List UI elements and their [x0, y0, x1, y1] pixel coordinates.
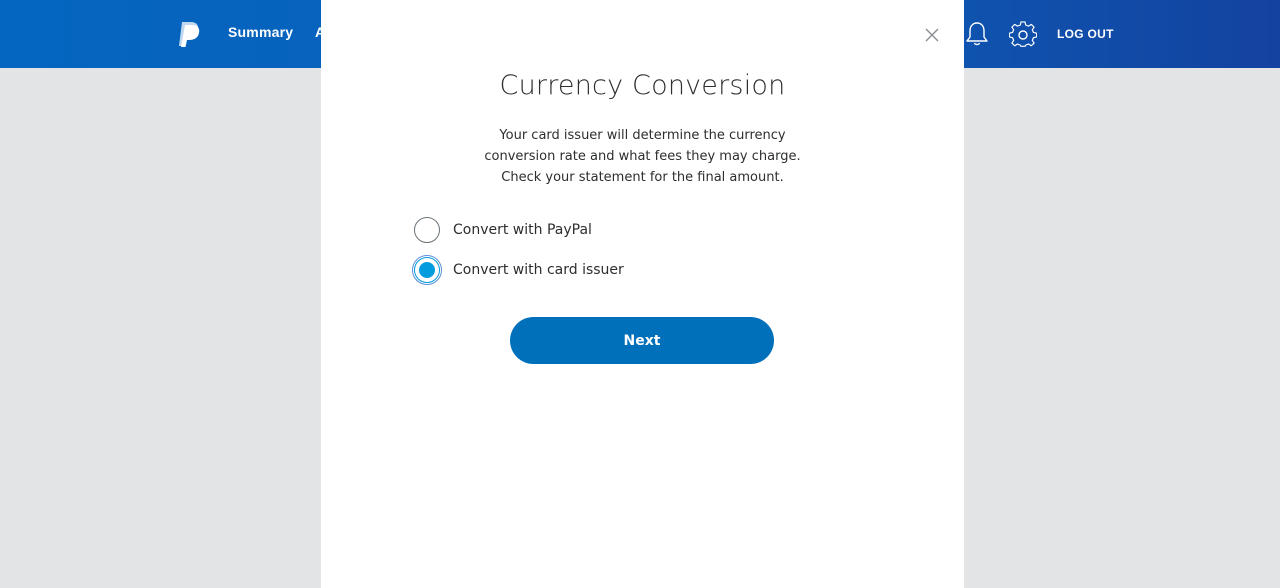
gear-icon[interactable] — [1009, 21, 1037, 49]
bell-icon[interactable] — [964, 20, 990, 48]
option-label: Convert with PayPal — [453, 222, 592, 238]
radio-selected-dot — [419, 262, 435, 278]
radio-button-unselected[interactable] — [414, 217, 440, 243]
option-label: Convert with card issuer — [453, 262, 624, 278]
radio-button-selected[interactable] — [412, 255, 442, 285]
description-line: Check your statement for the final amoun… — [501, 170, 784, 185]
close-icon[interactable] — [923, 26, 941, 44]
logout-button[interactable]: LOG OUT — [1057, 27, 1114, 41]
description-line: Your card issuer will determine the curr… — [499, 128, 786, 143]
description-line: conversion rate and what fees they may c… — [484, 149, 801, 164]
modal-description: Your card issuer will determine the curr… — [321, 125, 964, 188]
modal-title: Currency Conversion — [499, 70, 786, 101]
currency-conversion-modal: Currency Conversion Your card issuer wil… — [321, 0, 964, 588]
nav-summary-link[interactable]: Summary — [228, 24, 293, 40]
paypal-logo-icon[interactable] — [176, 20, 202, 48]
next-button[interactable]: Next — [510, 317, 774, 364]
option-convert-with-card-issuer[interactable]: Convert with card issuer — [412, 255, 624, 285]
option-convert-with-paypal[interactable]: Convert with PayPal — [414, 215, 592, 245]
